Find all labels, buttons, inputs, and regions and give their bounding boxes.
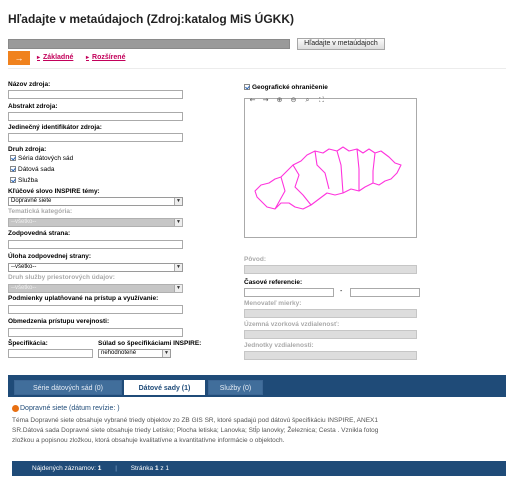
main-search-input[interactable] xyxy=(8,39,290,49)
found-count: 1 xyxy=(97,465,102,472)
mode-toggle-icon[interactable]: → xyxy=(8,51,30,65)
chevron-down-icon: ▼ xyxy=(174,219,182,226)
temporal-ref-label: Časové referencie: xyxy=(244,279,303,286)
mode-basic-label: Základné xyxy=(43,54,74,61)
metadata-search-page: Hľadajte v metaúdajoch (Zdroj:katalog Mi… xyxy=(0,0,506,485)
slovakia-regions-outline xyxy=(254,146,402,210)
specification-label: Špecifikácia: xyxy=(8,340,48,347)
page-total: z 1 xyxy=(160,465,170,472)
conformity-select[interactable]: nehodnotené ▼ xyxy=(98,349,171,358)
type-series-label: Séria dátových sád xyxy=(18,155,74,162)
zoom-box-icon[interactable]: ⌕ xyxy=(302,96,313,105)
type-dataset-checkbox[interactable]: Dátová sada xyxy=(10,166,55,173)
checkbox-icon xyxy=(10,155,16,161)
footer-divider: | xyxy=(115,465,117,472)
responsible-role-label: Úloha zodpovednej strany: xyxy=(8,253,92,260)
unique-identifier-label: Jedinečný identifikátor zdroja: xyxy=(8,124,102,131)
distance-units-label: Jednotky vzdialenosti: xyxy=(244,342,314,349)
conformity-value: nehodnotené xyxy=(101,350,137,356)
checkbox-icon xyxy=(10,177,16,183)
access-conditions-input[interactable] xyxy=(8,305,183,314)
mode-advanced-label: Rozšírené xyxy=(92,54,126,61)
page-title: Hľadajte v metaúdajoch (Zdroj:katalog Mi… xyxy=(8,12,294,26)
resource-name-label: Názov zdroja: xyxy=(8,81,51,88)
scale-denominator-input xyxy=(244,309,417,318)
divider xyxy=(8,68,506,69)
results-footer: Nájdených záznamov: 1 | Stránka 1 z 1 xyxy=(12,461,506,476)
search-button[interactable]: Hľadajte v metaúdajoch xyxy=(297,38,385,50)
service-type-value: --všetko-- xyxy=(11,285,37,291)
chevron-down-icon: ▼ xyxy=(174,264,182,271)
resource-name-input[interactable] xyxy=(8,90,183,99)
result-marker-icon xyxy=(12,405,19,412)
responsible-role-value: --všetko-- xyxy=(11,264,37,270)
tab-series[interactable]: Série dátových sád (0) xyxy=(14,380,122,395)
resolution-distance-input xyxy=(244,330,417,339)
lineage-label: Pôvod: xyxy=(244,256,267,263)
inspire-keyword-label: Kľúčové slovo INSPIRE témy: xyxy=(8,188,100,195)
result-description-line: Téma Dopravné siete obsahuje vybrané tri… xyxy=(12,417,378,424)
date-separator: - xyxy=(340,288,343,295)
chevron-down-icon: ▼ xyxy=(174,285,182,292)
found-label: Nájdených záznamov: xyxy=(32,465,96,472)
tab-services[interactable]: Služby (0) xyxy=(208,380,263,395)
thematic-category-value: --všetko-- xyxy=(11,219,37,225)
result-description: Téma Dopravné siete obsahuje vybrané tri… xyxy=(12,416,506,446)
checkbox-icon xyxy=(10,166,16,172)
type-service-checkbox[interactable]: Služba xyxy=(10,177,38,184)
zoom-out-icon[interactable]: ⊖ xyxy=(288,96,299,105)
chevron-down-icon: ▼ xyxy=(174,198,182,205)
page-label: Stránka xyxy=(130,465,154,472)
pan-left-icon[interactable]: ← xyxy=(247,96,258,105)
type-series-checkbox[interactable]: Séria dátových sád xyxy=(10,155,73,162)
geo-limit-label: Geografické ohraničenie xyxy=(252,84,328,91)
geo-limit-checkbox[interactable]: Geografické ohraničenie xyxy=(244,84,328,91)
tab-datasets[interactable]: Dátové sady (1) xyxy=(124,380,205,395)
date-from-input[interactable] xyxy=(244,288,334,297)
responsible-party-input[interactable] xyxy=(8,240,183,249)
responsible-party-label: Zodpovedná strana: xyxy=(8,230,71,237)
zoom-in-icon[interactable]: ⊕ xyxy=(274,96,285,105)
conformity-label: Súlad so špecifikáciami INSPIRE: xyxy=(98,340,202,347)
service-type-label: Druh služby priestorových údajov: xyxy=(8,274,115,281)
distance-units-input xyxy=(244,351,417,360)
service-type-select: --všetko-- ▼ xyxy=(8,284,183,293)
chevron-down-icon: ▼ xyxy=(162,350,170,357)
result-title-link[interactable]: Dopravné siete (dátum revízie: ) xyxy=(20,405,120,412)
checkbox-icon xyxy=(244,84,250,90)
zoom-extent-icon[interactable]: ⛶ xyxy=(316,96,327,105)
map-panel[interactable] xyxy=(244,98,417,238)
mode-advanced-link[interactable]: ▸ Rozšírené xyxy=(86,54,125,61)
resolution-distance-label: Územná vzorková vzdialenosť: xyxy=(244,321,340,328)
access-limits-label: Obmedzenia prístupu verejnosti: xyxy=(8,318,110,325)
resource-type-label: Druh zdroja: xyxy=(8,146,47,153)
type-dataset-label: Dátová sada xyxy=(18,166,55,173)
date-to-input[interactable] xyxy=(350,288,420,297)
resource-abstract-input[interactable] xyxy=(8,112,183,121)
page-current: 1 xyxy=(154,465,159,472)
type-service-label: Služba xyxy=(18,177,38,184)
result-description-line: zložkou a popisnou zložkou, ktorá obsahu… xyxy=(12,437,285,444)
access-conditions-label: Podmienky uplatňované na prístup a využí… xyxy=(8,295,159,302)
specification-input[interactable] xyxy=(8,349,93,358)
resource-abstract-label: Abstrakt zdroja: xyxy=(8,103,58,110)
pan-right-icon[interactable]: → xyxy=(260,96,271,105)
inspire-keyword-select[interactable]: Dopravné siete ▼ xyxy=(8,197,183,206)
scale-denominator-label: Menovateľ mierky: xyxy=(244,300,302,307)
inspire-keyword-value: Dopravné siete xyxy=(11,198,52,204)
thematic-category-select: --všetko-- ▼ xyxy=(8,218,183,227)
mode-basic-link[interactable]: ▸ Základné xyxy=(37,54,73,61)
unique-identifier-input[interactable] xyxy=(8,133,183,142)
lineage-input xyxy=(244,265,417,274)
map-outline-svg xyxy=(254,146,402,210)
thematic-category-label: Tematická kategória: xyxy=(8,208,73,215)
result-description-line: SR.Dátová sada Dopravné siete obsahuje t… xyxy=(12,427,379,434)
access-limits-input[interactable] xyxy=(8,328,183,337)
responsible-role-select[interactable]: --všetko-- ▼ xyxy=(8,263,183,272)
